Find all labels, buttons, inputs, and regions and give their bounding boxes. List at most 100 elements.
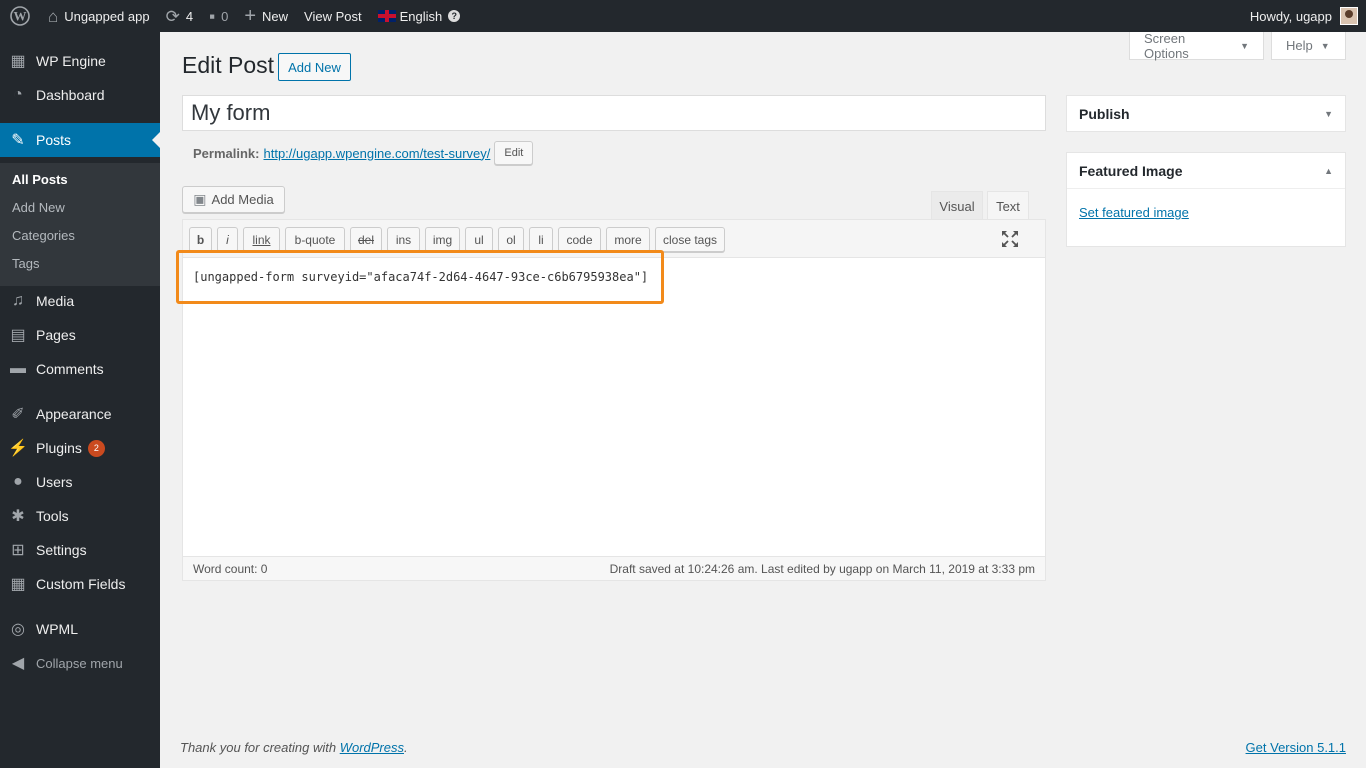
qt-bold-button[interactable]: b [189,227,212,252]
submenu-all-posts[interactable]: All Posts [12,172,68,187]
sidebar-item-appearance[interactable]: ✐ Appearance [0,397,160,431]
sidebar-item-label: WP Engine [36,53,106,69]
dashboard-icon: ◔ [13,86,23,103]
sidebar-item-label: Appearance [36,406,112,422]
triangle-down-icon[interactable]: ▼ [1324,109,1333,119]
sidebar-item-users[interactable]: ● Users [0,465,160,499]
site-name-link[interactable]: ⌂ Ungapped app [40,0,158,32]
admin-sidebar: ▦ WP Engine ◔ Dashboard ✎ Posts All Post… [0,32,160,768]
sidebar-item-dashboard[interactable]: ◔ Dashboard [0,78,160,112]
screen-options-label: Screen Options [1144,30,1189,61]
comments-link[interactable]: ▪ 0 [201,0,236,32]
sidebar-item-settings[interactable]: ⊞ Settings [0,533,160,567]
my-account-link[interactable]: Howdy, ugapp [1242,0,1366,32]
page-title: Edit Post [182,52,275,78]
posts-submenu: All Posts Add New Categories Tags [0,163,160,286]
updates-link[interactable]: ⟳ 4 [158,0,201,32]
sidebar-item-label: Comments [36,361,104,377]
featured-image-header[interactable]: Featured Image ▲ [1067,153,1345,189]
sidebar-item-label: WPML [36,621,78,637]
qt-ul-button[interactable]: ul [465,227,493,252]
comment-bubble-icon: ▪ [209,6,216,26]
post-title-input[interactable] [182,95,1046,131]
qt-code-button[interactable]: code [558,227,601,252]
plugin-icon: ⚡ [8,440,28,457]
qt-del-button[interactable]: del [350,227,382,252]
avatar [1340,7,1358,25]
comments-icon: ▬ [10,360,26,377]
collapse-icon: ◀ [11,655,25,672]
text-editor: b i link b-quote del ins img ul ol li co… [176,219,1046,581]
wrench-icon: ✱ [11,508,25,525]
site-name: Ungapped app [64,8,150,24]
plus-icon: + [244,5,257,27]
submenu-add-new[interactable]: Add New [12,200,65,215]
sidebar-item-wp-engine[interactable]: ▦ WP Engine [0,44,160,78]
comments-count: 0 [221,8,229,24]
sidebar-item-pages[interactable]: ▤ Pages [0,318,160,352]
draft-status: Draft saved at 10:24:26 am. Last edited … [609,561,1035,576]
get-version-link[interactable]: Get Version 5.1.1 [1246,740,1346,755]
sidebar-item-label: Posts [36,132,72,148]
qt-more-button[interactable]: more [606,227,650,252]
qt-ins-button[interactable]: ins [387,227,420,252]
tab-visual[interactable]: Visual [931,191,983,220]
submenu-categories[interactable]: Categories [12,228,75,243]
publish-header[interactable]: Publish ▼ [1067,96,1345,132]
qt-link-button[interactable]: link [243,227,280,252]
permalink-edit-button[interactable]: Edit [494,141,534,165]
help-label: Help [1286,38,1313,53]
new-content-link[interactable]: + New [236,0,296,32]
sidebar-item-media[interactable]: ♫ Media [0,284,160,318]
greeting: Howdy, ugapp [1249,8,1332,24]
qt-img-button[interactable]: img [425,227,460,252]
tab-text[interactable]: Text [987,191,1029,220]
sidebar-item-comments[interactable]: ▬ Comments [0,352,160,386]
updates-count: 4 [185,8,194,24]
editor-status-bar: Word count: 0 Draft saved at 10:24:26 am… [183,556,1045,580]
sidebar-item-custom-fields[interactable]: ▦ Custom Fields [0,567,160,601]
add-media-label: Add Media [211,192,274,207]
footer-thanks-prefix: Thank you for creating with [180,740,340,755]
view-post-link[interactable]: View Post [296,0,370,32]
sidebar-item-plugins[interactable]: ⚡ Plugins 2 [0,431,160,465]
collapse-menu-button[interactable]: ◀ Collapse menu [0,646,160,680]
featured-image-title: Featured Image [1079,162,1183,179]
featured-image-metabox: Featured Image ▲ Set featured image [1066,152,1346,247]
sidebar-item-label: Users [36,474,73,490]
language-switcher[interactable]: English ? [370,0,469,32]
triangle-down-icon: ▼ [1240,40,1249,51]
permalink-url[interactable]: http://ugapp.wpengine.com/test-survey/ [263,146,490,161]
help-button[interactable]: Help ▼ [1271,32,1346,60]
submenu-tags[interactable]: Tags [12,256,39,271]
footer-thanks: Thank you for creating with WordPress. [180,740,408,755]
user-icon: ● [13,473,23,490]
sidebar-item-label: Settings [36,542,87,558]
qt-ol-button[interactable]: ol [498,227,524,252]
brush-icon: ✐ [11,406,25,423]
sidebar-item-label: Pages [36,327,76,343]
media-icon: ▣ [193,191,207,207]
question-icon: ? [448,10,461,22]
set-featured-image-link[interactable]: Set featured image [1079,205,1189,220]
wordpress-logo-icon[interactable]: W [0,0,40,32]
footer-thanks-suffix: . [404,740,408,755]
qt-li-button[interactable]: li [529,227,553,252]
screen-options-button[interactable]: Screen Options ▼ [1129,30,1264,61]
sidebar-item-tools[interactable]: ✱ Tools [0,499,160,533]
view-post-label: View Post [304,8,362,24]
sidebar-item-label: Tools [36,508,69,524]
triangle-up-icon[interactable]: ▲ [1324,166,1333,176]
qt-bquote-button[interactable]: b-quote [285,227,345,252]
sidebar-item-wpml[interactable]: ◎ WPML [0,612,160,646]
qt-italic-button[interactable]: i [217,227,238,252]
publish-metabox: Publish ▼ [1066,95,1346,132]
qt-close-tags-button[interactable]: close tags [655,227,725,252]
fullscreen-icon[interactable] [1000,229,1020,249]
add-media-button[interactable]: ▣ Add Media [182,186,285,213]
wordpress-link[interactable]: WordPress [340,740,404,755]
sidebar-item-posts[interactable]: ✎ Posts [0,123,160,157]
footer-version: Get Version 5.1.1 [1246,740,1346,755]
new-label: New [262,8,289,24]
add-new-button[interactable]: Add New [278,53,351,81]
